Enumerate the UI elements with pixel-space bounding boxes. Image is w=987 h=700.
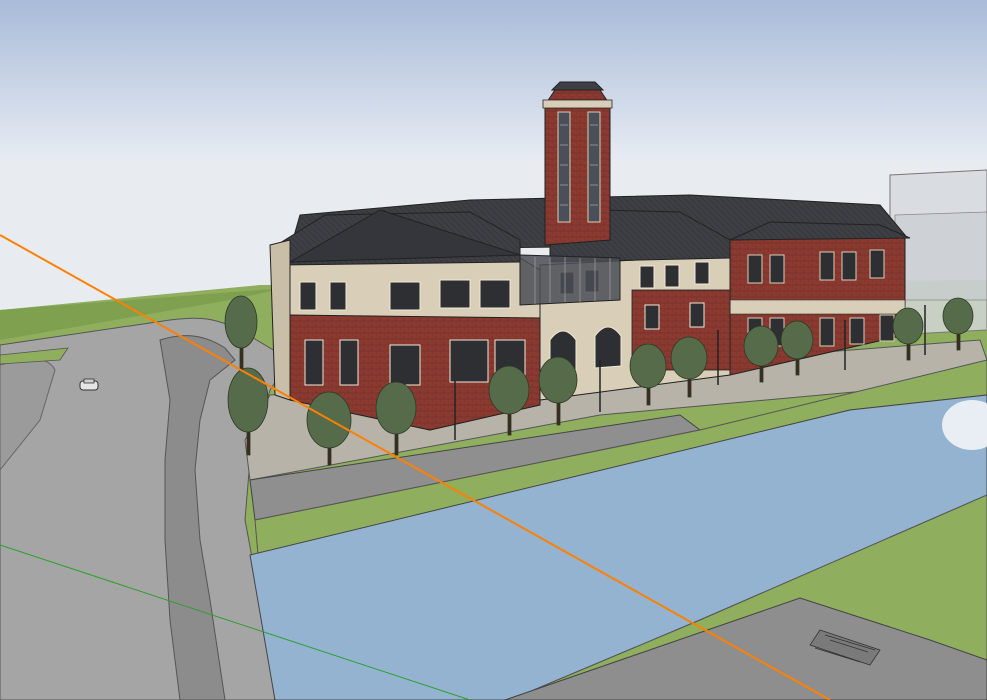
clock-tower xyxy=(542,81,613,246)
3d-viewport[interactable] xyxy=(0,0,987,700)
right-wing-stone-band xyxy=(729,299,906,315)
car xyxy=(79,378,99,391)
scene-canvas[interactable] xyxy=(0,0,987,700)
sky xyxy=(0,0,987,165)
